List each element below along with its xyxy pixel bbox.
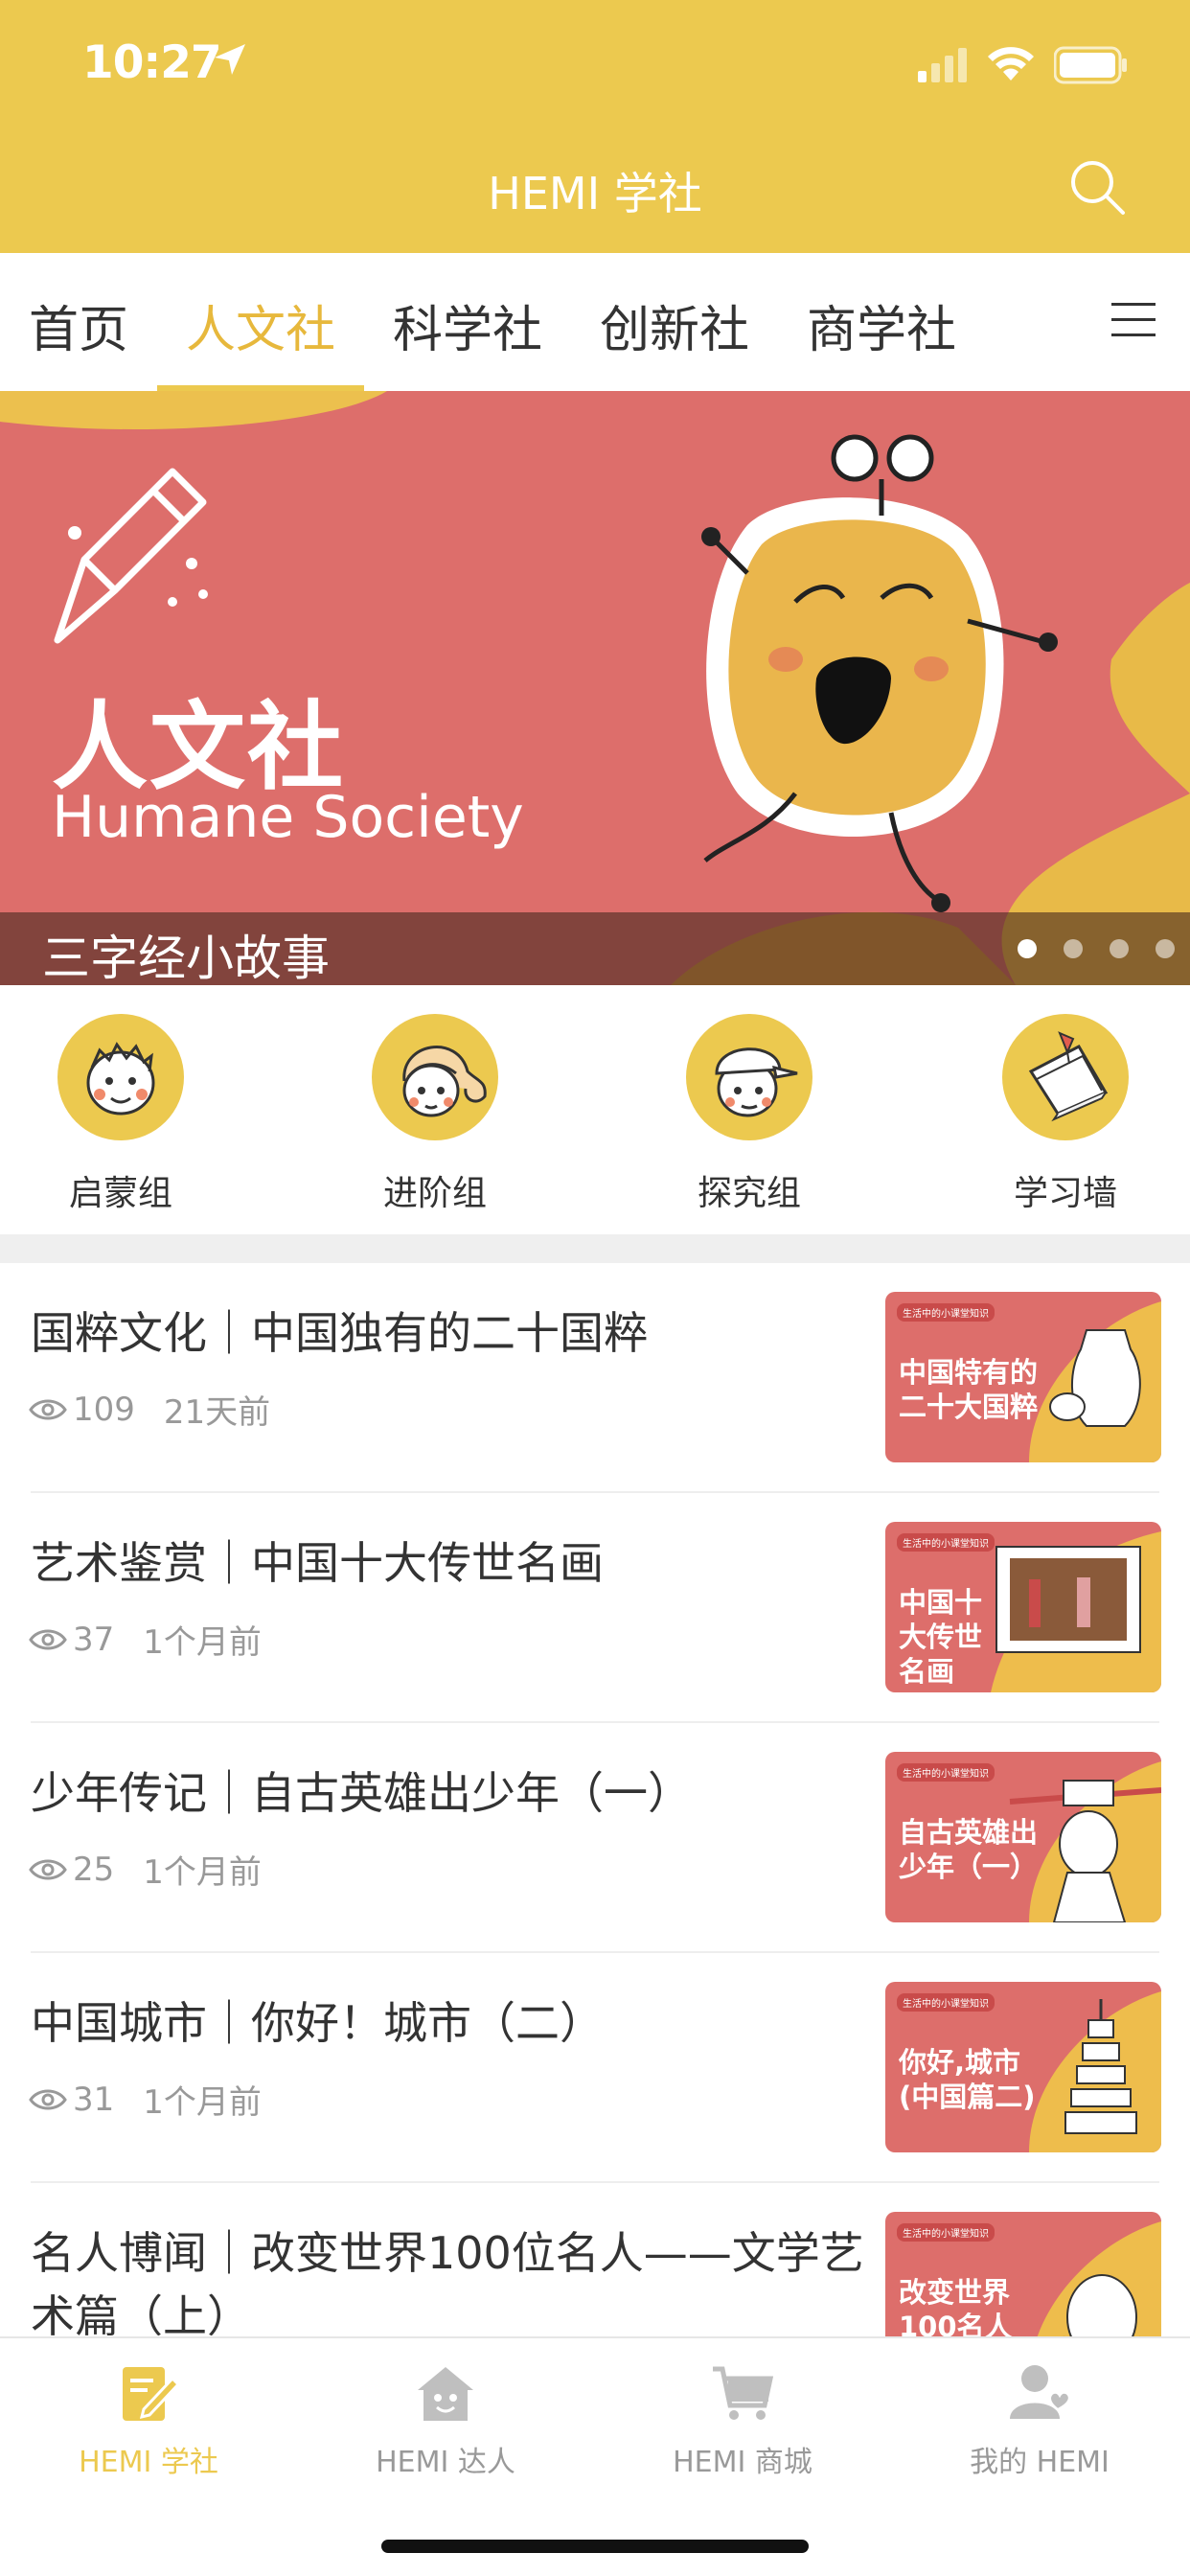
status-time: 10:27 — [82, 36, 222, 89]
article-meta: 31 1个月前 — [29, 2076, 262, 2123]
thumbnail-text: 中国特有的二十大国粹 — [899, 1356, 1039, 1423]
list-item[interactable]: 国粹文化｜中国独有的二十国粹 109 21天前 生活中的小课堂知识 中国特有的二… — [0, 1263, 1190, 1493]
group-advanced[interactable]: 进阶组 — [339, 1014, 531, 1215]
group-label: 探究组 — [697, 1174, 801, 1213]
list-item[interactable]: 名人博闻｜改变世界100位名人——文学艺术篇（上） 生活中的小课堂知识 改变世界… — [0, 2183, 1190, 2336]
publish-time: 21天前 — [163, 1393, 271, 1432]
user-heart-icon — [1010, 2365, 1070, 2419]
section-divider — [0, 1234, 1190, 1263]
group-label: 进阶组 — [382, 1174, 487, 1213]
menu-icon[interactable] — [1111, 301, 1156, 339]
article-thumbnail: 生活中的小课堂知识 自古英雄出少年（一） — [885, 1752, 1161, 1922]
carousel-dot[interactable] — [1110, 939, 1129, 958]
article-meta: 109 21天前 — [29, 1386, 270, 1433]
eye-icon — [29, 1859, 67, 1879]
location-arrow-icon — [215, 44, 245, 75]
thumbnail-tag: 生活中的小课堂知识 — [897, 1993, 995, 2012]
article-title: 中国城市｜你好！城市（二） — [31, 1997, 604, 2049]
banner-carousel[interactable]: 人文社 Humane Society 三字经小故事 — [0, 391, 1190, 985]
thumbnail-text: 中国十大传世名画 — [899, 1586, 983, 1688]
article-thumbnail: 生活中的小课堂知识 改变世界100名人 — [885, 2212, 1161, 2336]
list-item[interactable]: 中国城市｜你好！城市（二） 31 1个月前 生活中的小课堂知识 你好,城市(中国… — [0, 1953, 1190, 2183]
nav-hemi-talent[interactable]: HEMI 达人 — [302, 2359, 589, 2480]
carousel-dot[interactable] — [1018, 939, 1037, 958]
publish-time: 1个月前 — [143, 2083, 262, 2122]
thumbnail-text: 你好,城市(中国篇二) — [899, 2046, 1036, 2113]
article-meta: 37 1个月前 — [29, 1616, 262, 1663]
article-meta: 25 1个月前 — [29, 1846, 262, 1893]
signal-icon — [918, 48, 967, 82]
group-beginner[interactable]: 启蒙组 — [25, 1014, 217, 1215]
banner-caption: 三字经小故事 — [42, 931, 330, 985]
page-title: HEMI 学社 — [488, 168, 702, 219]
boy-avatar-icon — [57, 1014, 184, 1140]
eye-icon — [29, 1629, 67, 1649]
tab-humanities[interactable]: 人文社 — [186, 289, 335, 391]
list-item[interactable]: 艺术鉴赏｜中国十大传世名画 37 1个月前 生活中的小课堂知识 中国十大传世名画 — [0, 1493, 1190, 1723]
view-count: 37 — [73, 1620, 115, 1659]
search-icon[interactable] — [1067, 157, 1127, 217]
tab-innovation[interactable]: 创新社 — [600, 289, 749, 391]
publish-time: 1个月前 — [143, 1853, 262, 1892]
nav-label: HEMI 学社 — [79, 2446, 218, 2479]
nav-hemi-society[interactable]: HEMI 学社 — [5, 2359, 292, 2480]
group-learning-wall[interactable]: 学习墙 — [970, 1014, 1161, 1215]
cart-icon — [713, 2366, 774, 2420]
thumbnail-tag: 生活中的小课堂知识 — [897, 2223, 995, 2242]
carousel-dot[interactable] — [1156, 939, 1175, 958]
thumbnail-tag: 生活中的小课堂知识 — [897, 1303, 995, 1322]
nav-label: 我的 HEMI — [970, 2446, 1110, 2479]
wifi-icon — [988, 47, 1034, 80]
view-count: 31 — [73, 2080, 115, 2119]
house-face-icon — [418, 2367, 473, 2421]
eye-icon — [29, 1399, 67, 1419]
thumbnail-tag: 生活中的小课堂知识 — [897, 1533, 995, 1552]
tab-home[interactable]: 首页 — [29, 289, 128, 391]
cap-boy-avatar-icon — [686, 1014, 812, 1140]
article-list: 国粹文化｜中国独有的二十国粹 109 21天前 生活中的小课堂知识 中国特有的二… — [0, 1263, 1190, 2336]
article-thumbnail: 生活中的小课堂知识 你好,城市(中国篇二) — [885, 1982, 1161, 2152]
view-count: 25 — [73, 1850, 115, 1889]
group-label: 学习墙 — [1013, 1174, 1117, 1213]
group-label: 启蒙组 — [68, 1174, 172, 1213]
tab-science[interactable]: 科学社 — [393, 289, 542, 391]
article-title: 名人博闻｜改变世界100位名人——文学艺术篇（上） — [31, 2227, 864, 2336]
category-tabs: 首页 人文社 科学社 创新社 商学社 — [0, 253, 1190, 391]
home-indicator[interactable] — [381, 2540, 809, 2553]
girl-avatar-icon — [372, 1014, 498, 1140]
eye-icon — [29, 2089, 67, 2109]
notebook-pen-icon — [123, 2367, 181, 2421]
article-title: 少年传记｜自古英雄出少年（一） — [31, 1767, 692, 1819]
battery-icon — [1054, 46, 1127, 84]
article-thumbnail: 生活中的小课堂知识 中国十大传世名画 — [885, 1522, 1161, 1692]
publish-time: 1个月前 — [143, 1623, 262, 1662]
thumbnail-text: 自古英雄出少年（一） — [899, 1816, 1039, 1883]
article-title: 艺术鉴赏｜中国十大传世名画 — [31, 1537, 604, 1589]
tab-business[interactable]: 商学社 — [807, 289, 956, 391]
article-thumbnail: 生活中的小课堂知识 中国特有的二十大国粹 — [885, 1292, 1161, 1462]
notes-icon — [1002, 1014, 1129, 1140]
group-shortcuts: 启蒙组 进阶组 探究组 学习墙 — [0, 985, 1190, 1234]
nav-label: HEMI 商城 — [673, 2446, 812, 2479]
nav-my-hemi[interactable]: 我的 HEMI — [896, 2359, 1183, 2480]
thumbnail-tag: 生活中的小课堂知识 — [897, 1763, 995, 1782]
view-count: 109 — [73, 1390, 135, 1429]
app-header: 10:27 HEMI 学社 — [0, 0, 1190, 253]
carousel-dot[interactable] — [1064, 939, 1083, 958]
thumbnail-text: 改变世界100名人 — [899, 2276, 1013, 2336]
article-title: 国粹文化｜中国独有的二十国粹 — [31, 1307, 648, 1359]
nav-hemi-mall[interactable]: HEMI 商城 — [599, 2359, 886, 2480]
banner-subtitle: Humane Society — [52, 784, 524, 851]
nav-label: HEMI 达人 — [376, 2446, 515, 2479]
list-item[interactable]: 少年传记｜自古英雄出少年（一） 25 1个月前 生活中的小课堂知识 自古英雄出少… — [0, 1723, 1190, 1953]
group-explore[interactable]: 探究组 — [653, 1014, 845, 1215]
